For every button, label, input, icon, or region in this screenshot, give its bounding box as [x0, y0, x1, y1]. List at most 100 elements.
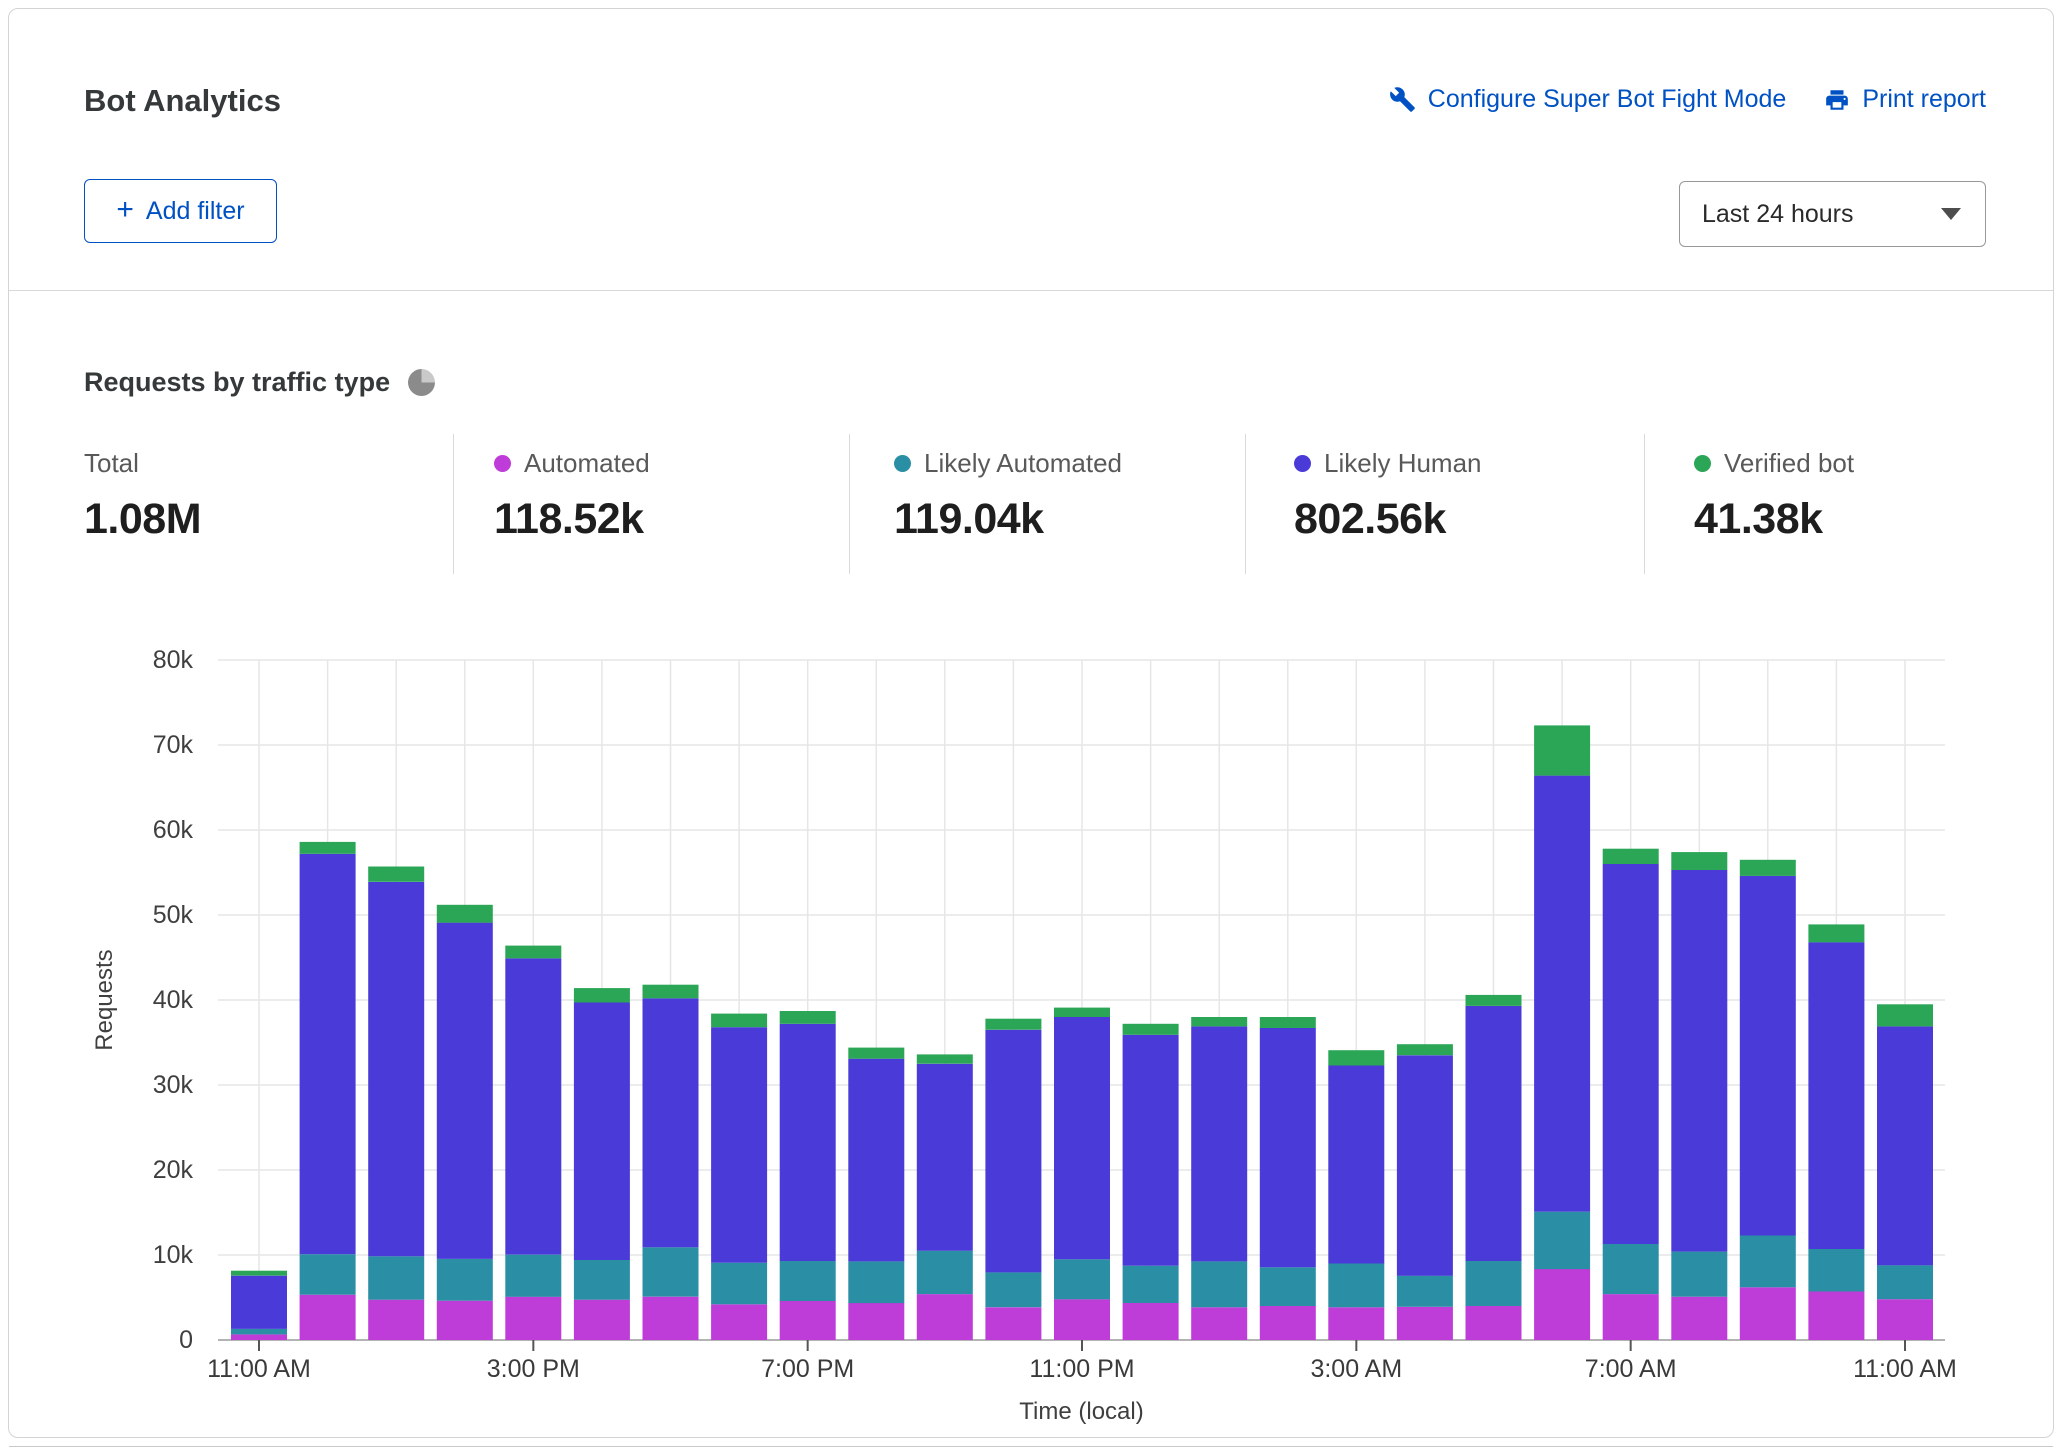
bar-1:00 PM-Likely Automated[interactable]: [368, 1256, 424, 1299]
bar-1:00 AM-Verified bot[interactable]: [1191, 1017, 1247, 1026]
bar-10:00 PM-Likely Human[interactable]: [985, 1030, 1041, 1273]
bar-12:00 PM-Likely Human[interactable]: [300, 854, 356, 1254]
bar-7:00 AM-Likely Automated[interactable]: [1603, 1244, 1659, 1294]
bar-11:00 AM-Verified bot[interactable]: [231, 1271, 287, 1276]
bar-11:00 AM-Likely Human[interactable]: [231, 1276, 287, 1329]
bar-12:00 AM-Verified bot[interactable]: [1123, 1024, 1179, 1035]
bar-7:00 PM-Likely Human[interactable]: [780, 1024, 836, 1261]
bar-7:00 PM-Likely Automated[interactable]: [780, 1261, 836, 1301]
bar-11:00 AM-Automated[interactable]: [1877, 1299, 1933, 1340]
bar-3:00 AM-Automated[interactable]: [1328, 1307, 1384, 1340]
bar-2:00 PM-Likely Human[interactable]: [437, 923, 493, 1259]
bar-1:00 AM-Automated[interactable]: [1191, 1307, 1247, 1340]
bar-11:00 PM-Likely Human[interactable]: [1054, 1017, 1110, 1259]
bar-4:00 AM-Verified bot[interactable]: [1397, 1044, 1453, 1055]
bar-5:00 AM-Likely Human[interactable]: [1466, 1006, 1522, 1261]
bar-12:00 AM-Likely Human[interactable]: [1123, 1035, 1179, 1266]
bar-6:00 AM-Likely Automated[interactable]: [1534, 1212, 1590, 1269]
bar-3:00 AM-Likely Automated[interactable]: [1328, 1264, 1384, 1308]
bar-2:00 AM-Likely Human[interactable]: [1260, 1028, 1316, 1267]
bar-9:00 PM-Likely Automated[interactable]: [917, 1251, 973, 1294]
bar-2:00 AM-Automated[interactable]: [1260, 1306, 1316, 1340]
bar-4:00 PM-Likely Human[interactable]: [574, 1003, 630, 1261]
bar-9:00 PM-Likely Human[interactable]: [917, 1064, 973, 1251]
bar-5:00 PM-Likely Automated[interactable]: [643, 1247, 699, 1296]
bar-5:00 PM-Verified bot[interactable]: [643, 985, 699, 999]
bar-8:00 AM-Verified bot[interactable]: [1671, 852, 1727, 870]
add-filter-button[interactable]: + Add filter: [84, 179, 277, 243]
bar-6:00 PM-Automated[interactable]: [711, 1304, 767, 1340]
bar-8:00 AM-Automated[interactable]: [1671, 1297, 1727, 1340]
bar-2:00 AM-Verified bot[interactable]: [1260, 1017, 1316, 1028]
bar-4:00 PM-Verified bot[interactable]: [574, 988, 630, 1002]
bar-4:00 AM-Automated[interactable]: [1397, 1307, 1453, 1340]
bar-11:00 PM-Verified bot[interactable]: [1054, 1008, 1110, 1017]
bar-9:00 PM-Verified bot[interactable]: [917, 1054, 973, 1063]
time-range-select[interactable]: Last 24 hours: [1679, 181, 1986, 247]
bar-3:00 AM-Verified bot[interactable]: [1328, 1050, 1384, 1065]
configure-super-bot-fight-mode-link[interactable]: Configure Super Bot Fight Mode: [1389, 85, 1787, 114]
bar-2:00 AM-Likely Automated[interactable]: [1260, 1267, 1316, 1306]
bar-3:00 PM-Likely Human[interactable]: [505, 958, 561, 1254]
bar-9:00 AM-Automated[interactable]: [1740, 1287, 1796, 1340]
bar-3:00 PM-Likely Automated[interactable]: [505, 1255, 561, 1297]
bar-4:00 AM-Likely Human[interactable]: [1397, 1055, 1453, 1276]
bar-2:00 PM-Automated[interactable]: [437, 1301, 493, 1340]
bar-9:00 AM-Likely Human[interactable]: [1740, 876, 1796, 1236]
bar-8:00 PM-Likely Human[interactable]: [848, 1059, 904, 1262]
bar-2:00 PM-Likely Automated[interactable]: [437, 1259, 493, 1301]
bar-5:00 AM-Likely Automated[interactable]: [1466, 1261, 1522, 1306]
bar-1:00 PM-Likely Human[interactable]: [368, 882, 424, 1256]
bar-10:00 AM-Likely Human[interactable]: [1808, 942, 1864, 1249]
bar-12:00 PM-Automated[interactable]: [300, 1295, 356, 1340]
bar-6:00 PM-Verified bot[interactable]: [711, 1014, 767, 1028]
bar-1:00 AM-Likely Human[interactable]: [1191, 1026, 1247, 1261]
bar-6:00 PM-Likely Human[interactable]: [711, 1027, 767, 1263]
bar-6:00 PM-Likely Automated[interactable]: [711, 1263, 767, 1305]
bar-11:00 AM-Likely Automated[interactable]: [231, 1329, 287, 1335]
bar-12:00 AM-Automated[interactable]: [1123, 1303, 1179, 1340]
bar-11:00 PM-Automated[interactable]: [1054, 1299, 1110, 1340]
bar-8:00 AM-Likely Automated[interactable]: [1671, 1252, 1727, 1297]
bar-12:00 PM-Verified bot[interactable]: [300, 842, 356, 854]
bar-6:00 AM-Likely Human[interactable]: [1534, 776, 1590, 1212]
bar-7:00 AM-Verified bot[interactable]: [1603, 849, 1659, 864]
bar-1:00 PM-Automated[interactable]: [368, 1300, 424, 1340]
bar-5:00 AM-Automated[interactable]: [1466, 1306, 1522, 1340]
bar-4:00 AM-Likely Automated[interactable]: [1397, 1276, 1453, 1307]
bar-7:00 AM-Likely Human[interactable]: [1603, 864, 1659, 1244]
bar-11:00 AM-Verified bot[interactable]: [1877, 1004, 1933, 1026]
bar-6:00 AM-Automated[interactable]: [1534, 1269, 1590, 1340]
bar-6:00 AM-Verified bot[interactable]: [1534, 725, 1590, 775]
bar-10:00 AM-Automated[interactable]: [1808, 1292, 1864, 1341]
bar-7:00 AM-Automated[interactable]: [1603, 1294, 1659, 1340]
bar-8:00 PM-Automated[interactable]: [848, 1303, 904, 1340]
bar-3:00 PM-Verified bot[interactable]: [505, 946, 561, 959]
bar-10:00 PM-Likely Automated[interactable]: [985, 1272, 1041, 1307]
bar-8:00 PM-Verified bot[interactable]: [848, 1048, 904, 1059]
bar-12:00 AM-Likely Automated[interactable]: [1123, 1266, 1179, 1303]
bar-11:00 AM-Automated[interactable]: [231, 1334, 287, 1340]
bar-1:00 PM-Verified bot[interactable]: [368, 867, 424, 882]
print-report-link[interactable]: Print report: [1824, 85, 1986, 114]
bar-9:00 AM-Verified bot[interactable]: [1740, 860, 1796, 876]
bar-7:00 PM-Verified bot[interactable]: [780, 1011, 836, 1024]
bar-11:00 AM-Likely Automated[interactable]: [1877, 1265, 1933, 1299]
bar-11:00 AM-Likely Human[interactable]: [1877, 1026, 1933, 1265]
bar-5:00 PM-Likely Human[interactable]: [643, 998, 699, 1247]
bar-10:00 PM-Automated[interactable]: [985, 1307, 1041, 1340]
bar-8:00 PM-Likely Automated[interactable]: [848, 1261, 904, 1303]
bar-1:00 AM-Likely Automated[interactable]: [1191, 1261, 1247, 1307]
bar-10:00 PM-Verified bot[interactable]: [985, 1019, 1041, 1030]
bar-9:00 AM-Likely Automated[interactable]: [1740, 1236, 1796, 1288]
bar-10:00 AM-Likely Automated[interactable]: [1808, 1249, 1864, 1292]
bar-9:00 PM-Automated[interactable]: [917, 1294, 973, 1340]
bar-11:00 PM-Likely Automated[interactable]: [1054, 1259, 1110, 1299]
bar-12:00 PM-Likely Automated[interactable]: [300, 1254, 356, 1295]
bar-5:00 PM-Automated[interactable]: [643, 1297, 699, 1340]
bar-7:00 PM-Automated[interactable]: [780, 1301, 836, 1340]
bar-3:00 AM-Likely Human[interactable]: [1328, 1066, 1384, 1264]
bar-2:00 PM-Verified bot[interactable]: [437, 905, 493, 923]
bar-4:00 PM-Automated[interactable]: [574, 1300, 630, 1340]
bar-4:00 PM-Likely Automated[interactable]: [574, 1260, 630, 1300]
